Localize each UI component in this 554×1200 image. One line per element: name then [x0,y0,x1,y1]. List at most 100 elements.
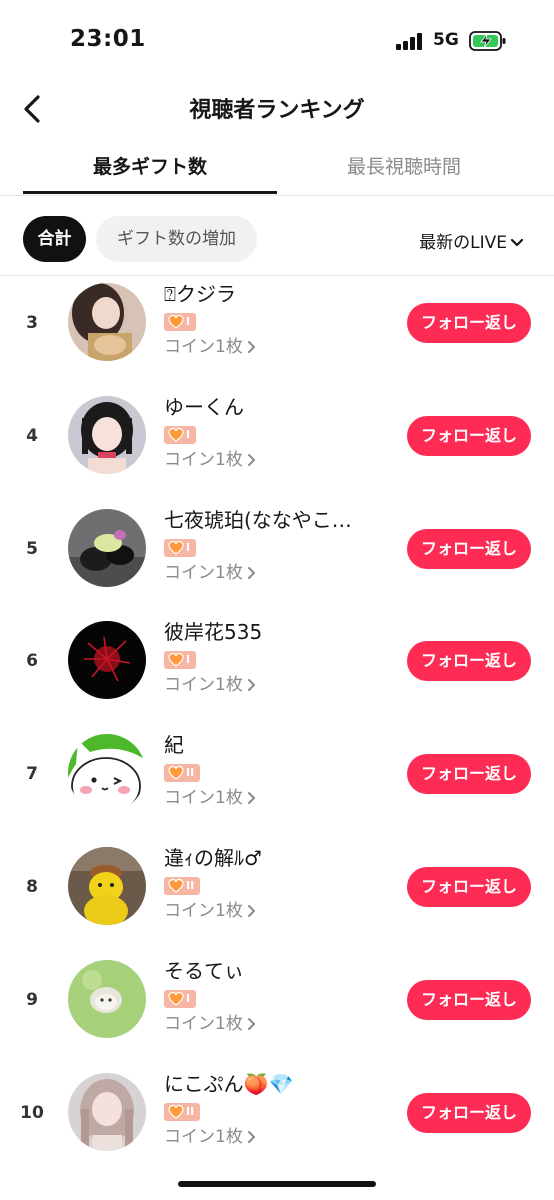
home-indicator[interactable] [178,1181,376,1187]
tab-bar: 最多ギフト数 最長視聴時間 [0,140,554,196]
rank-number: 6 [26,651,38,672]
list-item[interactable]: 5 七夜琥珀(ななやこ… I コイン1枚 フォロー返し [0,503,554,616]
coins-link[interactable]: コイン1枚 [164,1126,389,1148]
list-item[interactable]: 10 にこぷん🍑💎 II コイン1枚 フォロー返し [0,1067,554,1180]
viewer-info: 違ｨの解ﾙ♂ II コイン1枚 [164,843,389,922]
chevron-right-icon [247,341,255,353]
list-item[interactable]: 7 紀 II コイン1枚 フォロー返し [0,728,554,841]
list-item[interactable]: 4 ゆーくん I コイン1枚 フォロー返し [0,390,554,503]
rank-number: 5 [26,538,38,559]
coins-label: コイン1枚 [164,675,243,696]
coins-link[interactable]: コイン1枚 [164,900,389,922]
coins-label: コイン1枚 [164,449,243,470]
signal-icon [396,33,426,50]
gifter-level-badge: II [164,1102,201,1121]
list-item[interactable]: 9 そるてぃ I コイン1枚 フォロー返し [0,954,554,1067]
coins-link[interactable]: コイン1枚 [164,1013,389,1035]
chevron-down-icon [510,238,524,247]
avatar[interactable] [68,959,146,1038]
heart-icon [168,991,184,1006]
chip-total[interactable]: 合計 [23,216,86,262]
list-item[interactable]: 8 違ｨの解ﾙ♂ II コイン1枚 フォロー返し [0,841,554,954]
heart-icon [168,766,184,780]
viewer-info: ⍰クジラ I コイン1枚 [164,279,389,358]
coins-link[interactable]: コイン1枚 [164,449,389,471]
coins-link[interactable]: コイン1枚 [164,787,389,809]
gifter-level-badge: II [164,764,201,783]
viewer-name: にこぷん🍑💎 [164,1071,294,1096]
level-text: I [186,991,191,1005]
rank-number: 10 [20,1102,44,1123]
follow-back-button[interactable]: フォロー返し [407,979,531,1020]
gifter-level-badge: I [164,651,197,670]
coins-link[interactable]: コイン1枚 [164,674,389,696]
avatar[interactable] [68,508,146,587]
rank-number: 9 [26,989,38,1010]
heart-icon [168,878,184,893]
chevron-right-icon [247,792,255,805]
viewer-info: ゆーくん I コイン1枚 [164,392,389,471]
coins-label: コイン1枚 [164,1126,243,1147]
rank-number: 4 [26,425,38,446]
network-type: 5G [433,30,459,50]
viewer-name: 違ｨの解ﾙ♂ [164,845,262,870]
heart-icon [168,314,184,329]
level-text: I [186,315,191,328]
coins-link[interactable]: コイン1枚 [164,336,389,358]
rank-number: 3 [26,313,38,333]
chevron-right-icon [247,453,255,466]
level-text: II [186,878,195,892]
viewer-name: 七夜琥珀(ななやこ… [164,507,352,532]
heart-icon [168,1104,184,1119]
coins-link[interactable]: コイン1枚 [164,562,389,584]
follow-back-button[interactable]: フォロー返し [407,528,531,569]
avatar[interactable] [68,734,146,813]
viewer-name: 彼岸花535 [164,620,263,645]
battery-charging-icon [469,31,506,51]
level-text: I [186,427,191,441]
follow-back-button[interactable]: フォロー返し [407,415,531,456]
list-item[interactable]: 6 彼岸花535 I コイン1枚 フォロー返し [0,615,554,728]
ranking-list: 3 ⍰クジラ I コイン1枚 フォロー返し 4 ゆーくん I コイン1枚 フォロ… [0,277,554,1179]
avatar[interactable] [68,283,146,361]
chip-gift-increase[interactable]: ギフト数の増加 [96,216,257,262]
live-select-dropdown[interactable]: 最新のLIVE [419,228,524,253]
chevron-right-icon [247,566,255,579]
gifter-level-badge: I [164,538,197,557]
coins-label: コイン1枚 [164,788,243,809]
chevron-right-icon [247,904,255,917]
gifter-level-badge: I [164,313,197,331]
level-text: II [186,1104,195,1118]
coins-label: コイン1枚 [164,337,243,357]
viewer-name: ⍰クジラ [164,282,236,306]
avatar[interactable] [68,395,146,474]
tab-most-gifts[interactable]: 最多ギフト数 [23,152,277,179]
level-text: I [186,653,191,667]
tab-longest-watch-time[interactable]: 最長視聴時間 [277,152,531,179]
nav-header: 視聴者ランキング [0,80,554,138]
viewer-name: そるてぃ [164,958,244,983]
follow-back-button[interactable]: フォロー返し [407,754,531,795]
tab-active-indicator [23,191,277,194]
gifter-level-badge: I [164,425,197,444]
viewer-info: にこぷん🍑💎 II コイン1枚 [164,1069,389,1148]
avatar[interactable] [68,621,146,700]
heart-icon [168,540,184,555]
coins-label: コイン1枚 [164,562,243,583]
follow-back-button[interactable]: フォロー返し [407,641,531,682]
avatar[interactable] [68,1072,146,1151]
level-text: II [186,766,195,780]
follow-back-button[interactable]: フォロー返し [407,303,531,343]
rank-number: 7 [26,764,38,785]
follow-back-button[interactable]: フォロー返し [407,866,531,907]
live-select-label: 最新のLIVE [419,233,507,253]
viewer-info: 七夜琥珀(ななやこ… I コイン1枚 [164,505,389,584]
chevron-right-icon [247,1130,255,1143]
list-item[interactable]: 3 ⍰クジラ I コイン1枚 フォロー返し [0,277,554,390]
page-title: 視聴者ランキング [189,98,365,123]
follow-back-button[interactable]: フォロー返し [407,1092,531,1133]
viewer-info: そるてぃ I コイン1枚 [164,956,389,1035]
viewer-info: 彼岸花535 I コイン1枚 [164,617,389,696]
avatar[interactable] [68,846,146,925]
heart-icon [168,653,184,668]
